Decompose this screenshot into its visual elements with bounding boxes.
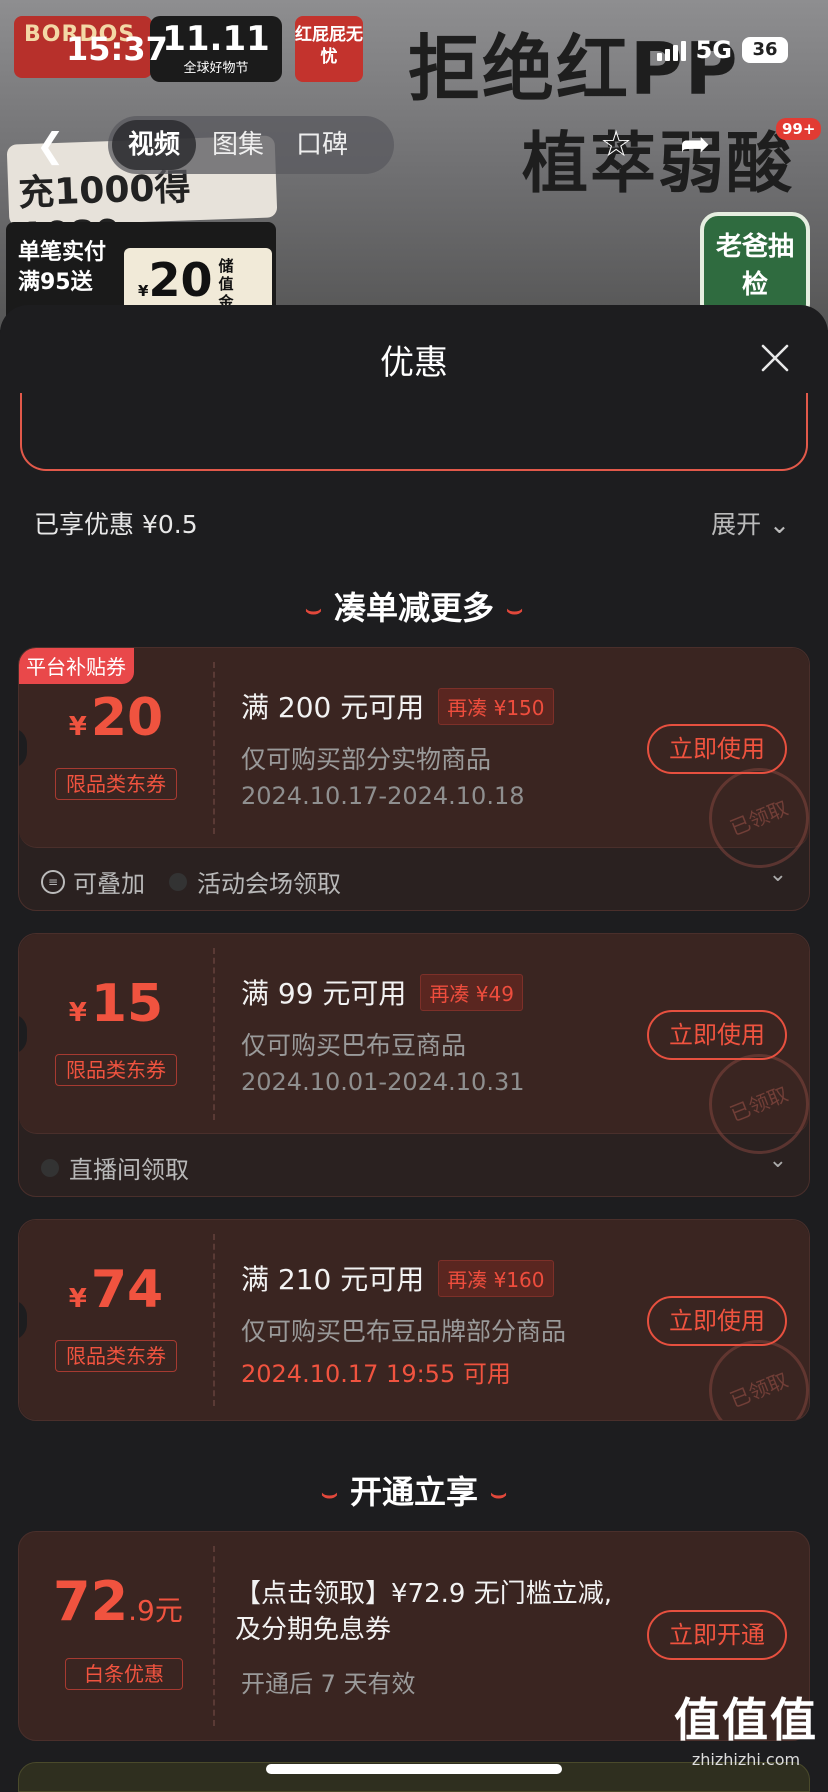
media-tabs: 视频 图集 口碑 xyxy=(108,116,394,174)
coupon-more-needed: 再凑 ¥49 xyxy=(420,973,523,1011)
activate-now-button[interactable]: 立即开通 xyxy=(647,1610,787,1660)
smile-icon: ⌣ xyxy=(506,594,524,625)
pay-promo-yen: ¥ xyxy=(138,282,149,300)
platform-subsidy-tag: 平台补贴券 xyxy=(19,648,134,684)
coupon-condition-text: 满 210 元可用 xyxy=(241,1263,425,1296)
coupon-condition-text: 满 200 元可用 xyxy=(241,691,425,724)
coupon-condition-text: 满 99 元可用 xyxy=(241,977,407,1010)
source-label: 活动会场领取 xyxy=(197,870,341,898)
yen-symbol: ¥ xyxy=(68,998,87,1028)
back-icon[interactable]: ❮ xyxy=(36,126,65,166)
source-icon xyxy=(41,1158,59,1177)
coupon-card: 已领取 ¥20 限品类东券 满 200 元可用 再凑 ¥150 仅可购买部分实物商… xyxy=(18,647,810,911)
source-label: 直播间领取 xyxy=(69,1156,189,1184)
coupon-amount-value: 74 xyxy=(90,1260,164,1320)
coupon-footer: ≡ 可叠加 活动会场领取 xyxy=(41,864,341,899)
coupon-date: 2024.10.01-2024.10.31 xyxy=(241,1068,525,1096)
pay-promo-unit: 储值金 xyxy=(218,256,234,311)
status-bar: 15:37 5G 36 xyxy=(0,0,828,104)
smile-icon: ⌣ xyxy=(490,1478,508,1509)
coupon-type-tag: 限品类东券 xyxy=(55,1054,177,1086)
coupon-scope: 仅可购买巴布豆品牌部分商品 xyxy=(241,1317,567,1346)
stack-icon: ≡ xyxy=(41,869,65,894)
watermark-url: zhizhizhi.com xyxy=(691,1750,801,1769)
signal-icon xyxy=(656,39,686,61)
baitiao-amount-decimal: .9元 xyxy=(128,1594,183,1627)
coupon-amount-value: 15 xyxy=(90,974,164,1034)
chevron-down-icon[interactable]: ⌄ xyxy=(769,1148,787,1173)
expand-label: 展开 xyxy=(711,510,762,539)
yen-symbol: ¥ xyxy=(68,1284,87,1314)
section-heading-activate: ⌣ 开通立享 ⌣ xyxy=(0,1467,828,1513)
use-now-button[interactable]: 立即使用 xyxy=(647,1010,787,1060)
tab-video[interactable]: 视频 xyxy=(112,120,197,170)
coupon-more-needed: 再凑 ¥160 xyxy=(438,1259,554,1297)
coupon-body: 已领取 ¥20 限品类东券 满 200 元可用 再凑 ¥150 仅可购买部分实物商… xyxy=(19,648,809,884)
coupon-body: 已领取 ¥74 限品类东券 满 210 元可用 再凑 ¥160 仅可购买巴布豆品牌… xyxy=(19,1220,809,1420)
pay-promo-card: ¥20 储值金 xyxy=(124,248,272,312)
status-icons: 5G 36 xyxy=(656,36,788,64)
coupon-amount: ¥15 xyxy=(19,974,213,1034)
baitiao-desc: 【点击领取】¥72.9 无门槛立减, 及分期免息券 xyxy=(235,1579,612,1645)
tab-reviews[interactable]: 口碑 xyxy=(280,120,364,170)
use-now-button[interactable]: 立即使用 xyxy=(647,1296,787,1346)
pay-promo-amount: 20 xyxy=(148,253,213,307)
battery-icon: 36 xyxy=(742,37,788,63)
section-more-label: 凑单减更多 xyxy=(333,589,494,627)
baitiao-valid: 开通后 7 天有效 xyxy=(241,1670,416,1698)
sheet-title: 优惠 xyxy=(380,343,448,383)
coupon-amount-value: 20 xyxy=(90,688,164,748)
headline-2: 植萃弱酸 xyxy=(522,125,794,202)
watermark: 值值值 zhizhizhi.com xyxy=(674,1684,818,1769)
share-icon[interactable]: ➦ xyxy=(680,124,710,165)
source-icon xyxy=(169,872,187,891)
coupon-condition: 满 99 元可用 再凑 ¥49 xyxy=(241,972,523,1012)
baitiao-amount: 72.9元 xyxy=(53,1570,183,1633)
coupon-more-needed: 再凑 ¥150 xyxy=(438,687,554,725)
coupon-condition: 满 210 元可用 再凑 ¥160 xyxy=(241,1258,554,1298)
pay-promo-text: 单笔实付满95送 xyxy=(18,240,107,295)
coupon-date: 2024.10.17-2024.10.18 xyxy=(241,782,525,810)
enjoyed-discount: 已享优惠 ¥0.5 xyxy=(34,510,198,539)
watermark-logo: 值值值 xyxy=(674,1693,818,1747)
coupon-amount: ¥20 xyxy=(19,688,213,748)
tab-gallery[interactable]: 图集 xyxy=(196,120,280,170)
stackable-label: 可叠加 xyxy=(73,870,145,898)
use-now-button[interactable]: 立即使用 xyxy=(647,724,787,774)
coupon-type-tag: 限品类东券 xyxy=(55,768,177,800)
coupon-body: 已领取 ¥15 限品类东券 满 99 元可用 再凑 ¥49 仅可购买巴布豆商品 2… xyxy=(19,934,809,1170)
close-icon[interactable] xyxy=(760,343,790,373)
coupon-type-tag: 限品类东券 xyxy=(55,1340,177,1372)
chevron-down-icon[interactable]: ⌄ xyxy=(769,862,787,887)
status-time: 15:37 xyxy=(66,30,168,68)
home-indicator[interactable] xyxy=(266,1764,562,1774)
favorite-star-icon[interactable]: ☆ xyxy=(600,124,632,165)
baitiao-tag: 白条优惠 xyxy=(65,1658,183,1690)
expand-button[interactable]: 展开 ⌄ xyxy=(711,505,790,541)
count-badge: 99+ xyxy=(776,118,822,140)
coupon-card: 已领取 ¥74 限品类东券 满 210 元可用 再凑 ¥160 仅可购买巴布豆品牌… xyxy=(18,1219,810,1421)
smile-icon: ⌣ xyxy=(304,594,322,625)
coupon-amount: ¥74 xyxy=(19,1260,213,1320)
coupon-card: 已领取 ¥15 限品类东券 满 99 元可用 再凑 ¥49 仅可购买巴布豆商品 2… xyxy=(18,933,810,1197)
coupon-scope: 仅可购买部分实物商品 xyxy=(241,745,492,774)
coupon-scope: 仅可购买巴布豆商品 xyxy=(241,1031,467,1060)
coupon-date: 2024.10.17 19:55 可用 xyxy=(241,1360,511,1388)
section-heading-more: ⌣ 凑单减更多 ⌣ xyxy=(0,583,828,629)
network-type: 5G xyxy=(695,36,732,64)
coupon-footer: 直播间领取 xyxy=(41,1150,189,1185)
chevron-down-icon: ⌄ xyxy=(769,510,790,539)
yen-symbol: ¥ xyxy=(68,712,87,742)
coupon-condition: 满 200 元可用 再凑 ¥150 xyxy=(241,686,554,726)
section-activate-label: 开通立享 xyxy=(349,1473,478,1511)
baitiao-amount-int: 72 xyxy=(53,1570,129,1633)
smile-icon: ⌣ xyxy=(320,1478,338,1509)
